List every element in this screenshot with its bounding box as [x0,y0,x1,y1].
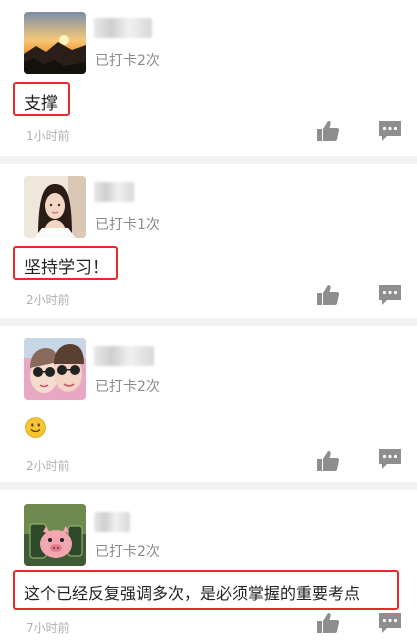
post-divider [0,156,417,164]
user-name-blurred[interactable] [94,346,154,366]
user-name-blurred[interactable] [94,512,130,532]
thumbs-up-icon[interactable] [316,284,340,306]
avatar-mountain-sunrise[interactable] [24,12,86,74]
post-divider [0,482,417,490]
slightly-smiling-face-icon [25,417,46,438]
avatar-selfie-sunglasses[interactable] [24,338,86,400]
thumbs-up-icon[interactable] [316,450,340,472]
post-card-2: 已打卡1次 坚持学习！ 2小时前 [0,164,417,320]
post-content: 这个已经反复强调多次，是必须掌握的重要考点 [24,584,361,603]
post-content: 支撑 [24,94,58,114]
checkin-count: 已打卡1次 [95,217,160,233]
user-name-blurred[interactable] [94,18,152,38]
user-name-blurred[interactable] [94,182,134,202]
avatar-pig-toy[interactable] [24,504,86,566]
post-time: 2小时前 [26,293,70,307]
post-time: 2小时前 [26,459,70,473]
comment-bubble-icon[interactable] [378,612,402,634]
post-card-3: 已打卡2次 2小时前 [0,326,417,484]
post-card-4: 已打卡2次 这个已经反复强调多次，是必须掌握的重要考点 7小时前 [0,490,417,644]
post-card-1: 已打卡2次 支撑 1小时前 [0,0,417,158]
thumbs-up-icon[interactable] [316,612,340,634]
avatar-woman-portrait[interactable] [24,176,86,238]
post-content: 坚持学习！ [24,258,109,278]
comment-bubble-icon[interactable] [378,448,402,470]
checkin-count: 已打卡2次 [95,379,160,395]
checkin-count: 已打卡2次 [95,544,160,560]
post-time: 1小时前 [26,129,70,143]
comment-bubble-icon[interactable] [378,284,402,306]
post-divider [0,318,417,326]
thumbs-up-icon[interactable] [316,120,340,142]
post-time: 7小时前 [26,621,70,635]
comment-bubble-icon[interactable] [378,120,402,142]
checkin-count: 已打卡2次 [95,53,160,69]
